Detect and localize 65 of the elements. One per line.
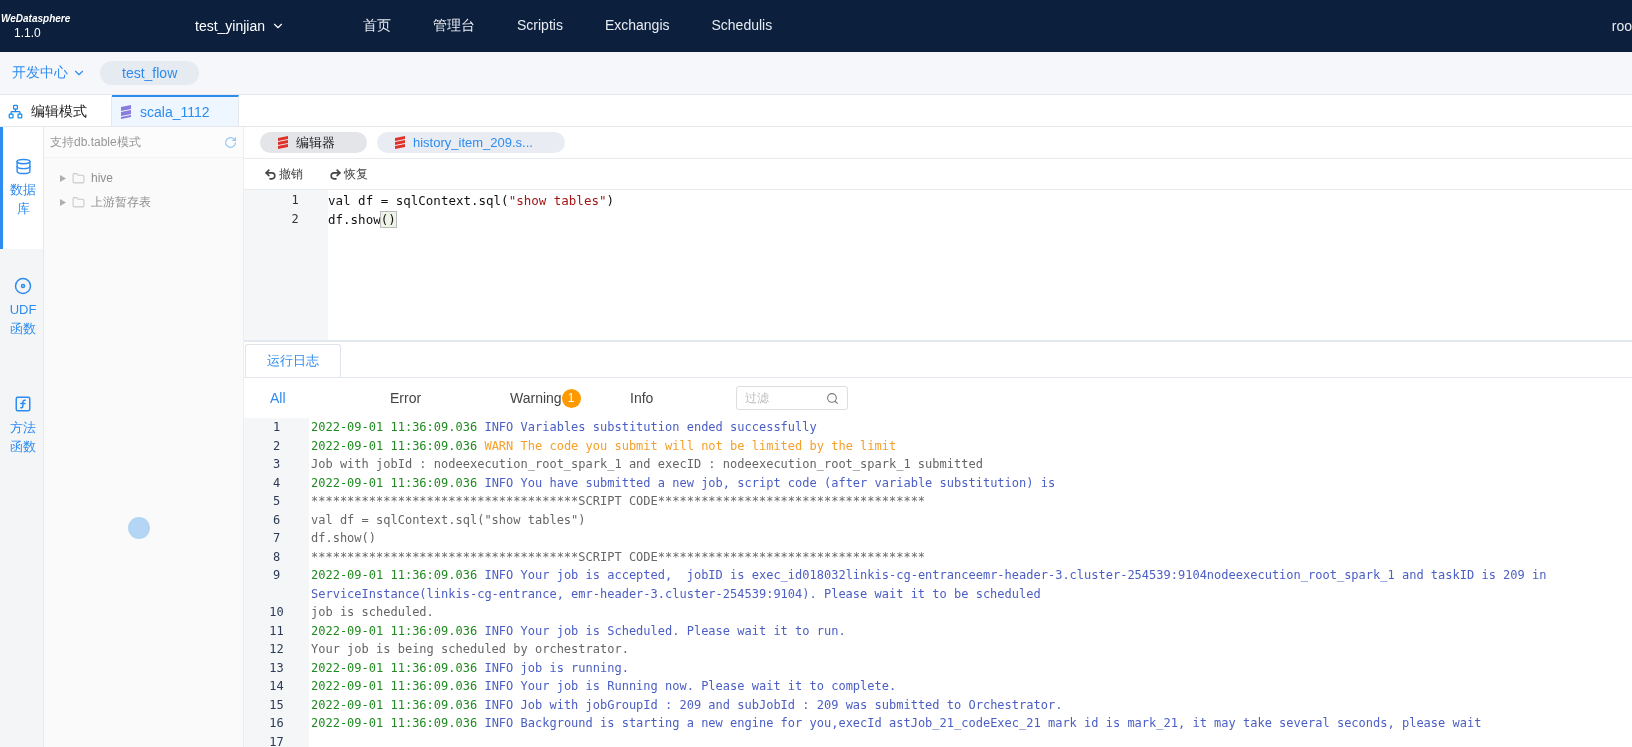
log-line: val df = sqlContext.sql("show tables")	[311, 512, 586, 527]
workspace-dropdown[interactable]: test_yinjian	[195, 18, 363, 34]
sitemap-icon	[8, 104, 23, 119]
scala-icon	[278, 136, 288, 149]
undo-button[interactable]: 撤销	[264, 165, 303, 183]
line-number: 1	[290, 192, 300, 209]
log-line: 2022-09-01 11:36:09.036 INFO Your job is Running now. Please wait it to complete.	[311, 679, 897, 693]
caret-icon	[60, 198, 66, 206]
log-line: *************************************SCRIPT CODE*************************************	[311, 549, 926, 564]
function-icon	[14, 395, 32, 413]
line-number: 14	[244, 677, 309, 696]
log-filter[interactable]: Warning	[510, 390, 562, 406]
log-line: 2022-09-01 11:36:09.036 WARN The code you submit will not be limited by the limit	[311, 438, 897, 453]
filter-input[interactable]: 过滤	[745, 391, 805, 405]
redo-button[interactable]: 恢复	[329, 165, 368, 183]
line-number: 16	[244, 714, 309, 733]
line-number: 10	[244, 603, 309, 622]
line-number: 2	[290, 211, 300, 228]
undo-icon	[264, 167, 277, 181]
filter-field[interactable]: 过滤	[736, 386, 848, 410]
log-filter[interactable]: Info	[630, 390, 654, 406]
nav-link[interactable]: 管理台	[433, 17, 475, 35]
log-filter[interactable]: Error	[390, 390, 422, 406]
log-line: 2022-09-01 11:36:09.036 INFO Your job is Scheduled. Please wait it to run.	[311, 623, 846, 638]
side-nav-item[interactable]: 数据库	[0, 127, 43, 249]
caret-icon	[60, 174, 66, 182]
database-icon	[14, 157, 32, 175]
line-number: 3	[244, 455, 309, 474]
nav-link[interactable]: Schedulis	[711, 17, 773, 35]
folder-icon	[72, 195, 85, 209]
version-label: 1.1.0	[14, 25, 41, 40]
code-line: val df = sqlContext.sql("show tables")	[328, 192, 614, 210]
folder-icon	[72, 171, 85, 185]
line-number: 12	[244, 640, 309, 659]
line-number: 7	[244, 529, 309, 548]
search-icon	[826, 391, 839, 405]
log-line: *************************************SCRIPT CODE*************************************	[311, 494, 926, 508]
refresh-icon	[224, 135, 237, 149]
log-line: 2022-09-01 11:36:09.036 INFO Your job is accepted, jobID is exec_id018032linkis-cg-entranceemr-header-3.cluster-254539:9104nodeexecution_root_spark_1 and taskID is 209 in ServiceInstance(linkis-cg-entrance, emr-header-3.cluster-254539:9104). Please wait it to be scheduled	[311, 568, 1548, 601]
nav-link[interactable]: Scriptis	[517, 17, 563, 35]
log-line: 2022-09-01 11:36:09.036 INFO job is running.	[311, 660, 629, 675]
logo: WeDatasphere	[1, 12, 71, 24]
log-line: job is scheduled.	[311, 605, 434, 619]
log-line: 2022-09-01 11:36:09.036 INFO Variables substitution ended successfully	[311, 420, 817, 434]
nav-link[interactable]: 首页	[363, 17, 391, 35]
stack-icon	[120, 104, 132, 119]
disc-icon	[14, 277, 32, 295]
log-line: df.show()	[311, 531, 377, 545]
nav-link[interactable]: Exchangis	[604, 17, 670, 35]
user-name[interactable]: roo	[1611, 18, 1632, 34]
log-line: 2022-09-01 11:36:09.036 INFO Job with jobGroupId : 209 and subJobId : 209 was submitted to Orchestrator.	[311, 697, 1063, 712]
log-line: 2022-09-01 11:36:09.036 INFO You have submitted a new job, script code (after variable substitution) is	[311, 475, 1056, 490]
redo-icon	[329, 167, 342, 181]
log-tab[interactable]: 运行日志	[245, 344, 341, 377]
line-number: 5	[244, 492, 309, 511]
line-number: 9	[244, 566, 309, 603]
log-line: Job with jobId : nodeexecution_root_spark_1 and execID : nodeexecution_root_spark_1 submitted	[311, 457, 983, 471]
log-line: 2022-09-01 11:36:09.036 INFO Background is starting a new engine for you,execId astJob_21_codeExec_21 mark id is mark_21, it may take several seconds, please wait	[311, 716, 1482, 730]
scala-icon	[395, 136, 405, 149]
code-line: df.show()	[328, 211, 397, 229]
line-number: 1	[244, 418, 309, 437]
log-filter[interactable]: All	[270, 390, 286, 406]
editor-tab[interactable]: 编辑器	[260, 132, 367, 153]
log-line: Your job is being scheduled by orchestrator.	[311, 642, 629, 656]
count-badge: 1	[561, 388, 581, 408]
